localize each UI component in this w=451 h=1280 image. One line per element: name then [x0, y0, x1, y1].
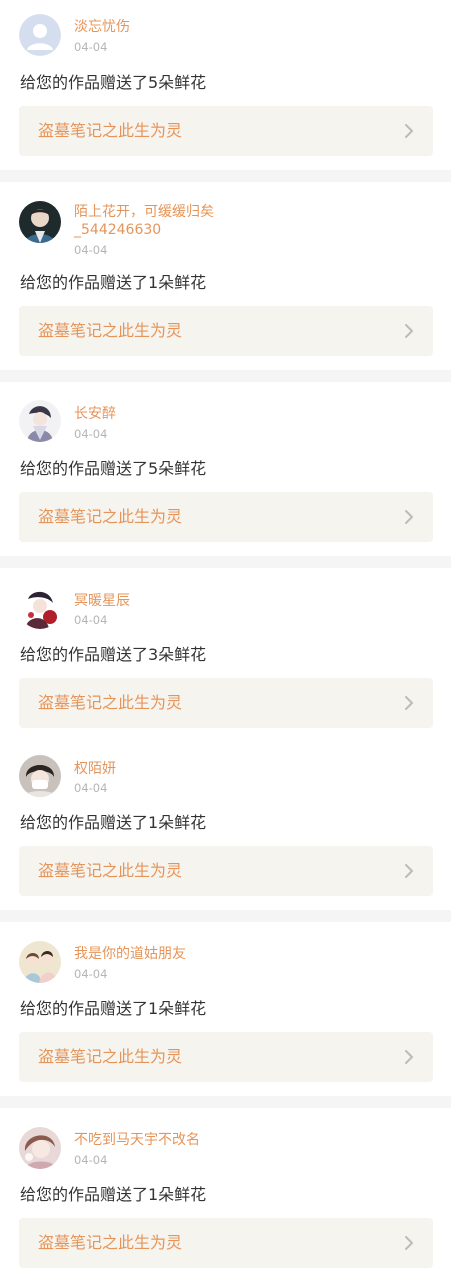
chevron-right-icon — [405, 124, 413, 138]
work-link[interactable]: 盗墓笔记之此生为灵 — [19, 306, 433, 356]
timestamp: 04-04 — [74, 40, 108, 54]
notification-feed: 淡忘忧伤 04-04 给您的作品赠送了5朵鲜花 盗墓笔记之此生为灵 陌上花开，可… — [0, 0, 451, 1280]
work-link[interactable]: 盗墓笔记之此生为灵 — [19, 1032, 433, 1082]
gift-message: 给您的作品赠送了5朵鲜花 — [20, 73, 207, 92]
work-title: 盗墓笔记之此生为灵 — [38, 1233, 183, 1252]
section-divider — [0, 370, 451, 382]
gift-message: 给您的作品赠送了1朵鲜花 — [20, 1185, 207, 1204]
work-link[interactable]: 盗墓笔记之此生为灵 — [19, 1218, 433, 1268]
user-avatar[interactable] — [19, 400, 61, 442]
user-avatar[interactable] — [19, 587, 61, 629]
notification-card: 陌上花开，可缓缓归矣 _544246630 04-04 给您的作品赠送了1朵鲜花… — [0, 182, 451, 370]
username[interactable]: 不吃到马天宇不改名 — [74, 1131, 254, 1149]
user-avatar[interactable] — [19, 755, 61, 797]
work-title: 盗墓笔记之此生为灵 — [38, 1047, 183, 1066]
chevron-right-icon — [405, 864, 413, 878]
gift-message: 给您的作品赠送了1朵鲜花 — [20, 273, 207, 292]
work-link[interactable]: 盗墓笔记之此生为灵 — [19, 678, 433, 728]
timestamp: 04-04 — [74, 1153, 108, 1167]
work-title: 盗墓笔记之此生为灵 — [38, 321, 183, 340]
timestamp: 04-04 — [74, 613, 108, 627]
notification-card: 淡忘忧伤 04-04 给您的作品赠送了5朵鲜花 盗墓笔记之此生为灵 — [0, 0, 451, 170]
chevron-right-icon — [405, 696, 413, 710]
work-title: 盗墓笔记之此生为灵 — [38, 121, 183, 140]
user-avatar[interactable] — [19, 1127, 61, 1169]
gift-message: 给您的作品赠送了5朵鲜花 — [20, 459, 207, 478]
timestamp: 04-04 — [74, 427, 108, 441]
username[interactable]: 淡忘忧伤 — [74, 18, 254, 36]
gift-message: 给您的作品赠送了1朵鲜花 — [20, 999, 207, 1018]
gift-message: 给您的作品赠送了1朵鲜花 — [20, 813, 207, 832]
timestamp: 04-04 — [74, 967, 108, 981]
section-divider — [0, 556, 451, 568]
notification-card: 我是你的道姑朋友 04-04 给您的作品赠送了1朵鲜花 盗墓笔记之此生为灵 — [0, 922, 451, 1096]
timestamp: 04-04 — [74, 781, 108, 795]
notification-card: 冥暖星辰 04-04 给您的作品赠送了3朵鲜花 盗墓笔记之此生为灵 — [0, 568, 451, 730]
user-avatar[interactable] — [19, 201, 61, 243]
timestamp: 04-04 — [74, 243, 108, 257]
section-divider — [0, 910, 451, 922]
chevron-right-icon — [405, 1050, 413, 1064]
username[interactable]: 权陌妍 — [74, 760, 254, 778]
notification-card: 不吃到马天宇不改名 04-04 给您的作品赠送了1朵鲜花 盗墓笔记之此生为灵 — [0, 1108, 451, 1280]
work-title: 盗墓笔记之此生为灵 — [38, 507, 183, 526]
work-title: 盗墓笔记之此生为灵 — [38, 861, 183, 880]
default-avatar-icon[interactable] — [19, 14, 61, 56]
username[interactable]: 陌上花开，可缓缓归矣 _544246630 — [74, 203, 254, 239]
notification-card: 权陌妍 04-04 给您的作品赠送了1朵鲜花 盗墓笔记之此生为灵 — [0, 730, 451, 910]
gift-message: 给您的作品赠送了3朵鲜花 — [20, 645, 207, 664]
username[interactable]: 长安醉 — [74, 405, 254, 423]
chevron-right-icon — [405, 510, 413, 524]
section-divider — [0, 170, 451, 182]
username[interactable]: 冥暖星辰 — [74, 592, 254, 610]
notification-card: 长安醉 04-04 给您的作品赠送了5朵鲜花 盗墓笔记之此生为灵 — [0, 382, 451, 556]
work-link[interactable]: 盗墓笔记之此生为灵 — [19, 492, 433, 542]
work-title: 盗墓笔记之此生为灵 — [38, 693, 183, 712]
work-link[interactable]: 盗墓笔记之此生为灵 — [19, 106, 433, 156]
chevron-right-icon — [405, 1236, 413, 1250]
user-avatar[interactable] — [19, 941, 61, 983]
chevron-right-icon — [405, 324, 413, 338]
work-link[interactable]: 盗墓笔记之此生为灵 — [19, 846, 433, 896]
username[interactable]: 我是你的道姑朋友 — [74, 945, 254, 963]
section-divider — [0, 1096, 451, 1108]
